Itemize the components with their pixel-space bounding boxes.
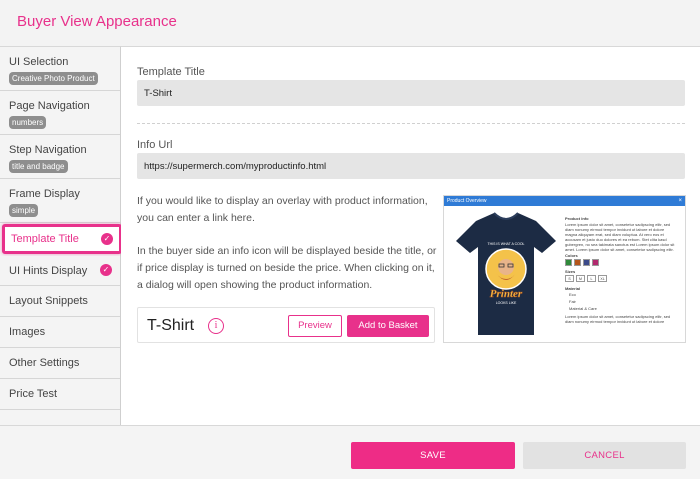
overlay-header: Product Overview ×	[444, 196, 685, 206]
sidebar-item-label: Frame Display	[9, 188, 80, 200]
info-url-input[interactable]	[137, 153, 685, 179]
size-option: XL	[598, 275, 607, 282]
material-item: Material & Care	[569, 306, 597, 311]
size-option: M	[576, 275, 585, 282]
preview-button[interactable]: Preview	[288, 315, 342, 337]
shirt-bottom-text: LOOKS LIKE	[496, 301, 517, 305]
overlay-footer-text: Lorem ipsum dolor sit amet, consetetur s…	[565, 314, 671, 324]
color-swatch	[574, 259, 581, 266]
material-item: Eco	[569, 292, 576, 297]
dialog-title: Buyer View Appearance	[17, 13, 177, 30]
sidebar-item-page-navigation[interactable]: Page Navigation numbers	[0, 91, 120, 135]
sidebar-item-label: Price Test	[9, 388, 58, 400]
sidebar-item-label: Page Navigation	[9, 100, 90, 112]
cancel-button[interactable]: CANCEL	[523, 442, 686, 469]
sidebar-item-ui-selection[interactable]: UI Selection Creative Photo Product	[0, 47, 120, 91]
dialog-header: Buyer View Appearance	[0, 0, 700, 46]
shirt-top-text: THIS IS WHAT A COOL	[487, 242, 524, 246]
status-badge: simple	[9, 204, 39, 217]
sidebar-item-step-navigation[interactable]: Step Navigation title and badge	[0, 135, 120, 179]
check-icon: ✓	[101, 233, 113, 245]
material-item: Fair	[569, 299, 576, 304]
size-option: L	[587, 275, 596, 282]
sidebar-item-template-title[interactable]: Template Title ✓	[2, 224, 122, 254]
dialog-footer: SAVE CANCEL	[0, 425, 700, 479]
template-title-label: Template Title	[137, 66, 205, 78]
overlay-title: Product Overview	[447, 198, 487, 204]
overlay-sizes-heading: Sizes	[565, 269, 576, 274]
save-button[interactable]: SAVE	[351, 442, 515, 469]
check-icon: ✓	[100, 264, 112, 276]
status-badge: title and badge	[9, 160, 68, 173]
info-icon[interactable]: i	[208, 318, 224, 334]
close-icon: ×	[678, 198, 682, 204]
sidebar-item-label: Other Settings	[9, 357, 80, 369]
status-badge: Creative Photo Product	[9, 72, 98, 85]
sidebar-item-layout-snippets[interactable]: Layout Snippets	[0, 286, 120, 317]
sidebar-item-frame-display[interactable]: Frame Display simple	[0, 179, 120, 223]
add-to-basket-button[interactable]: Add to Basket	[347, 315, 429, 337]
sidebar-item-images[interactable]: Images	[0, 317, 120, 348]
info-url-label: Info Url	[137, 139, 173, 151]
info-url-description: If you would like to display an overlay …	[137, 195, 428, 224]
sidebar: UI Selection Creative Photo Product Page…	[0, 46, 122, 425]
product-overlay-example-image: Product Overview × THIS IS WHAT A COOL P…	[443, 195, 686, 343]
title-preview: T-Shirt i Preview Add to Basket	[137, 307, 435, 343]
sidebar-item-other-settings[interactable]: Other Settings	[0, 348, 120, 379]
overlay-info-body: Lorem ipsum dolor sit amet, consetetur s…	[565, 222, 675, 252]
sidebar-item-label: UI Selection	[9, 56, 69, 68]
info-icon-description: In the buyer side an info icon will be d…	[137, 245, 437, 291]
template-title-input[interactable]	[137, 80, 685, 106]
overlay-material-heading: Material	[565, 286, 581, 291]
color-swatch	[592, 259, 599, 266]
sidebar-item-label: UI Hints Display	[9, 265, 88, 277]
sidebar-item-label: Images	[9, 326, 46, 338]
tshirt-image: THIS IS WHAT A COOL Printer LOOKS LIKE	[456, 212, 556, 335]
sidebar-item-label: Step Navigation	[9, 144, 87, 156]
status-badge: numbers	[9, 116, 47, 129]
sidebar-item-ui-hints-display[interactable]: UI Hints Display ✓	[0, 256, 120, 286]
sidebar-item-label: Template Title	[11, 233, 79, 245]
sidebar-item-label: Layout Snippets	[9, 295, 88, 307]
overlay-colors-heading: Colors	[565, 253, 578, 258]
size-option: S	[565, 275, 574, 282]
shirt-main-text: Printer	[490, 288, 523, 300]
preview-title: T-Shirt	[147, 317, 195, 334]
overlay-info-heading: Product Info	[565, 216, 589, 221]
main-panel: Template Title Info Url If you would lik…	[121, 46, 700, 425]
divider	[137, 123, 685, 124]
color-swatch	[583, 259, 590, 266]
sidebar-item-price-test[interactable]: Price Test	[0, 379, 120, 410]
color-swatch	[565, 259, 572, 266]
